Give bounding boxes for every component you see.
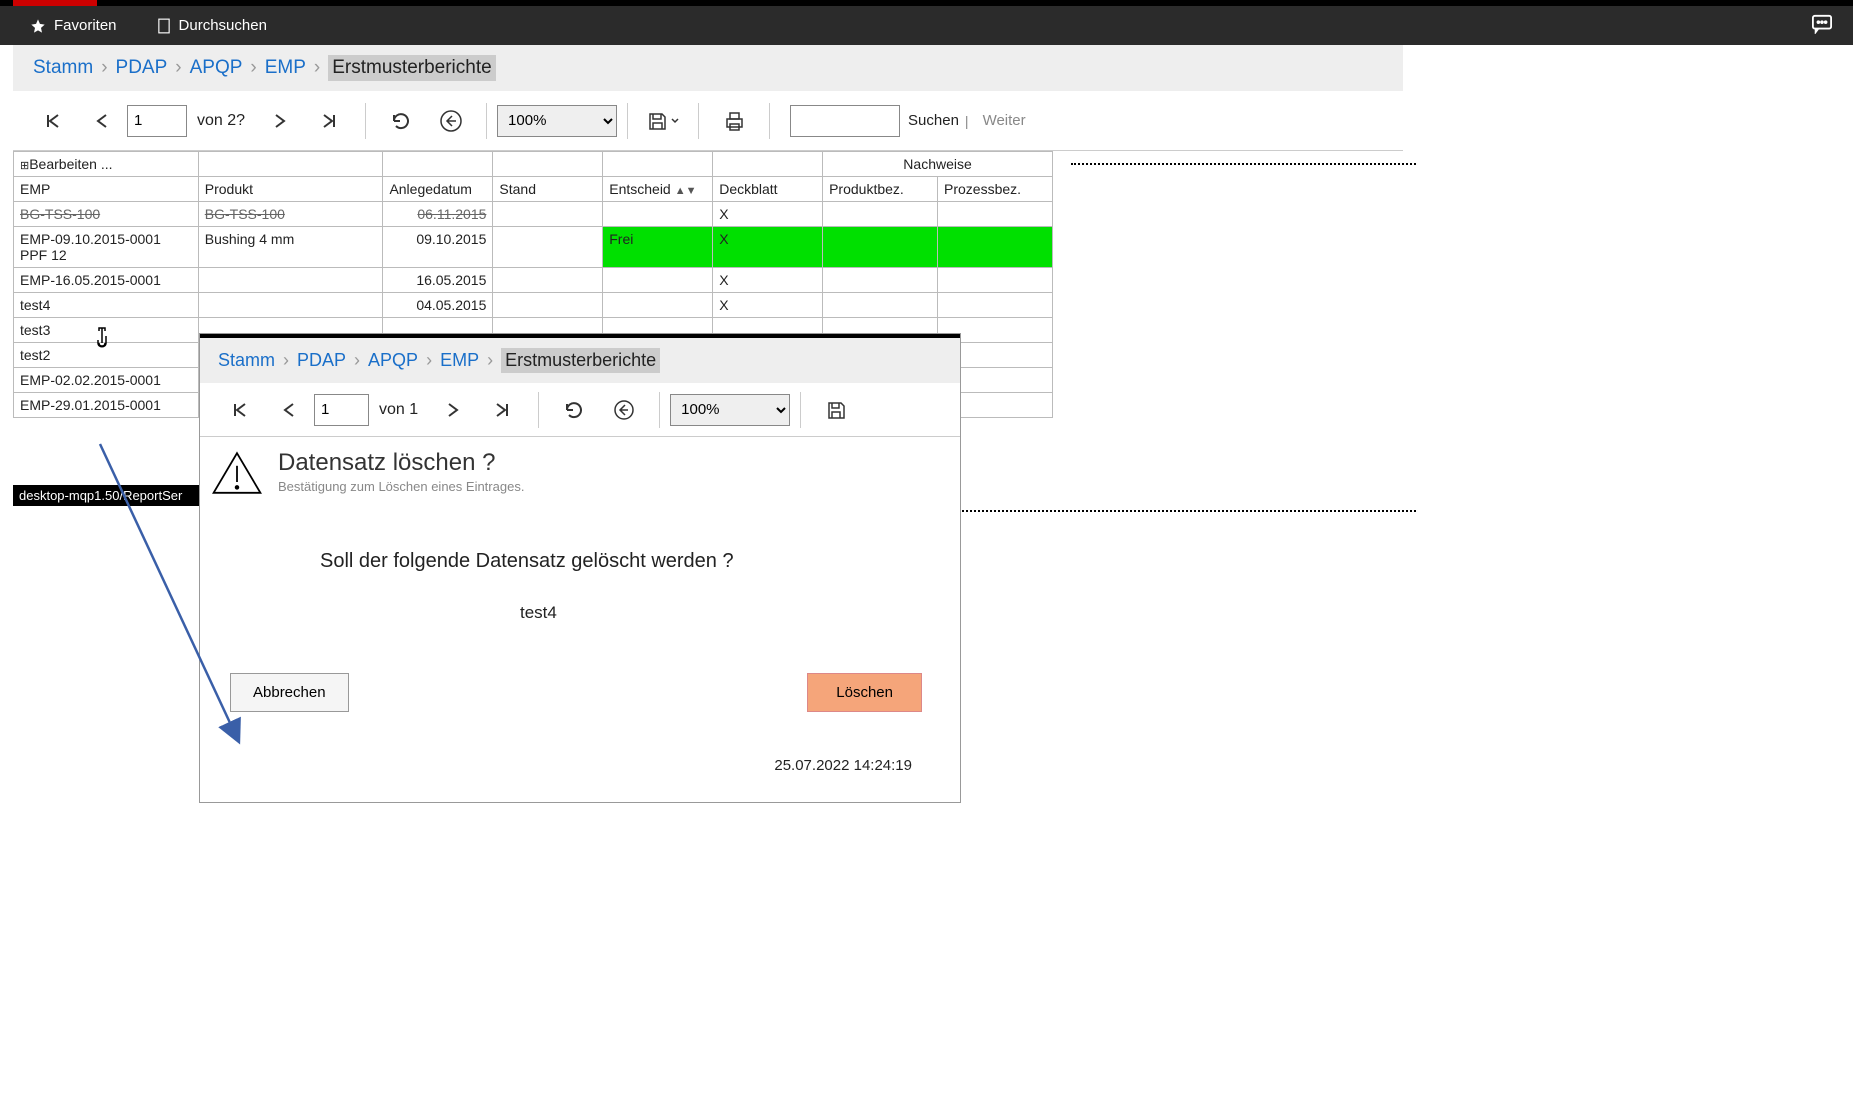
breadcrumb-current: Erstmusterberichte	[328, 55, 495, 81]
col-prozessbez[interactable]: Prozessbez.	[938, 177, 1053, 202]
search-input[interactable]	[790, 105, 900, 137]
table-row[interactable]: EMP-09.10.2015-0001PPF 12Bushing 4 mm09.…	[14, 227, 1053, 268]
breadcrumb-link[interactable]: Stamm	[218, 350, 275, 371]
col-stand[interactable]: Stand	[493, 177, 603, 202]
sort-icon: ▲▼	[675, 185, 697, 197]
page-of-label: von 2?	[197, 112, 245, 130]
browse-label: Durchsuchen	[179, 17, 267, 34]
search-next-button[interactable]: Weiter	[983, 112, 1026, 129]
warning-icon	[210, 449, 264, 500]
table-row[interactable]: test404.05.2015X	[14, 293, 1053, 318]
zoom-select[interactable]: 100%	[670, 394, 790, 426]
active-tab-indicator	[13, 0, 97, 6]
dialog-toolbar: von 1 100%	[200, 383, 960, 437]
window-top-strip	[0, 0, 1853, 6]
prev-page-button[interactable]	[264, 390, 314, 430]
col-entscheid[interactable]: Entscheid▲▼	[603, 177, 713, 202]
breadcrumb: Stamm› PDAP› APQP› EMP› Erstmusterberich…	[13, 45, 1403, 91]
favorites-menu[interactable]: Favoriten	[30, 17, 117, 34]
next-page-button[interactable]	[255, 101, 305, 141]
nachweise-header: Nachweise	[823, 152, 1053, 177]
save-button[interactable]	[638, 101, 688, 141]
status-bar: desktop-mqp1.50/ReportSer	[13, 485, 201, 506]
dialog-timestamp: 25.07.2022 14:24:19	[210, 757, 942, 774]
next-page-button[interactable]	[428, 390, 478, 430]
breadcrumb-link[interactable]: Stamm	[33, 57, 93, 79]
back-button[interactable]	[599, 390, 649, 430]
feedback-icon[interactable]	[1811, 14, 1833, 38]
save-button[interactable]	[811, 390, 861, 430]
breadcrumb-link[interactable]: APQP	[368, 350, 418, 371]
browse-menu[interactable]: Durchsuchen	[157, 17, 267, 34]
print-button[interactable]	[709, 101, 759, 141]
breadcrumb-link[interactable]: APQP	[190, 57, 243, 79]
breadcrumb-link[interactable]: PDAP	[297, 350, 346, 371]
menubar: Favoriten Durchsuchen	[0, 6, 1853, 45]
cancel-button[interactable]: Abbrechen	[230, 673, 349, 712]
dotted-rule	[959, 510, 1416, 512]
page-input[interactable]	[314, 394, 369, 426]
table-row[interactable]: BG-TSS-100BG-TSS-10006.11.2015X	[14, 202, 1053, 227]
col-produktbez[interactable]: Produktbez.	[823, 177, 938, 202]
dotted-rule	[1071, 163, 1416, 165]
breadcrumb-link[interactable]: EMP	[265, 57, 306, 79]
breadcrumb-link[interactable]: EMP	[440, 350, 479, 371]
favorites-label: Favoriten	[54, 17, 117, 34]
document-icon	[157, 18, 171, 34]
dialog-question: Soll der folgende Datensatz gelöscht wer…	[320, 550, 942, 573]
delete-dialog: Stamm› PDAP› APQP› EMP› Erstmusterberich…	[200, 334, 960, 802]
search-button[interactable]: Suchen	[908, 112, 959, 129]
dialog-subtitle: Bestätigung zum Löschen eines Eintrages.	[278, 479, 524, 494]
page-input[interactable]	[127, 105, 187, 137]
dialog-title: Datensatz löschen ?	[278, 449, 524, 477]
last-page-button[interactable]	[478, 390, 528, 430]
edit-header[interactable]: ⊞Bearbeiten ...	[14, 152, 199, 177]
dialog-breadcrumb: Stamm› PDAP› APQP› EMP› Erstmusterberich…	[200, 338, 960, 383]
star-icon	[30, 18, 46, 34]
col-emp[interactable]: EMP	[14, 177, 199, 202]
breadcrumb-link[interactable]: PDAP	[116, 57, 168, 79]
refresh-button[interactable]	[376, 101, 426, 141]
col-anlegedatum[interactable]: Anlegedatum	[383, 177, 493, 202]
back-button[interactable]	[426, 101, 476, 141]
refresh-button[interactable]	[549, 390, 599, 430]
prev-page-button[interactable]	[77, 101, 127, 141]
zoom-select[interactable]: 100%	[497, 105, 617, 137]
report-toolbar: von 2? 100% Suchen | Weiter	[13, 91, 1403, 151]
first-page-button[interactable]	[214, 390, 264, 430]
col-deckblatt[interactable]: Deckblatt	[713, 177, 823, 202]
last-page-button[interactable]	[305, 101, 355, 141]
table-row[interactable]: EMP-16.05.2015-000116.05.2015X	[14, 268, 1053, 293]
col-produkt[interactable]: Produkt	[198, 177, 383, 202]
breadcrumb-current: Erstmusterberichte	[501, 348, 660, 373]
dialog-item: test4	[520, 603, 942, 623]
first-page-button[interactable]	[27, 101, 77, 141]
page-of-label: von 1	[379, 401, 418, 419]
delete-button[interactable]: Löschen	[807, 673, 922, 712]
